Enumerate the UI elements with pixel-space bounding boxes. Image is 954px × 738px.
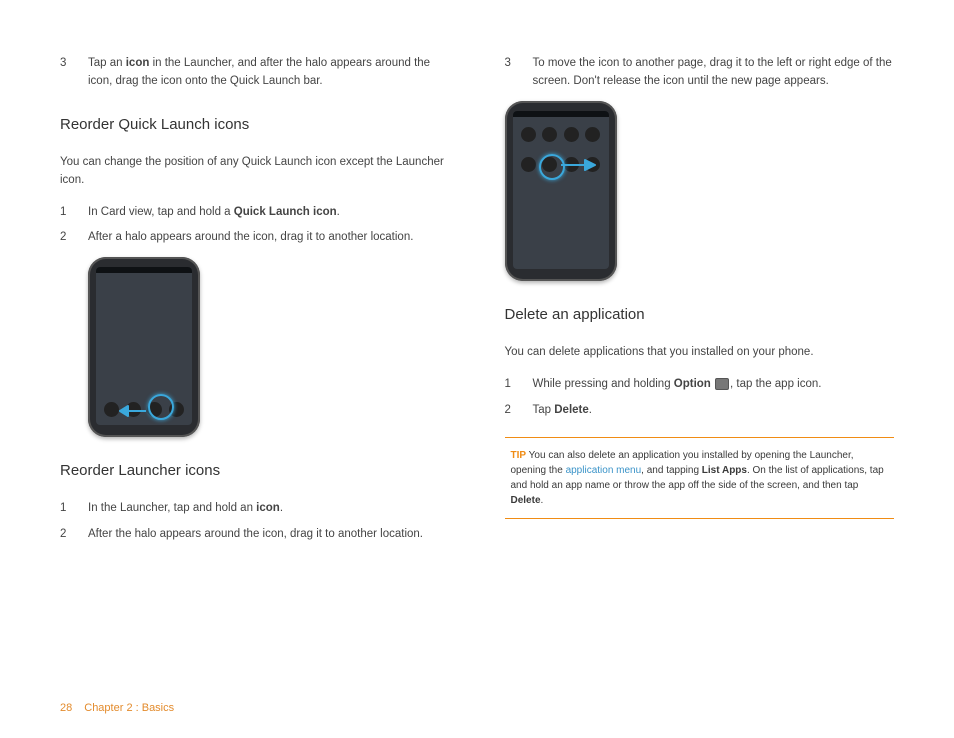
step-text: Tap Delete. (533, 402, 895, 420)
application-menu-link[interactable]: application menu (566, 465, 642, 476)
tip-label: TIP (511, 450, 527, 461)
app-icon-dot (564, 127, 579, 142)
right-column: 3 To move the icon to another page, drag… (505, 55, 895, 738)
step-text: Tap an icon in the Launcher, and after t… (88, 55, 450, 91)
delete-intro: You can delete applications that you ins… (505, 344, 895, 362)
status-bar (513, 111, 609, 117)
step-number: 3 (60, 55, 88, 91)
step-number: 1 (505, 376, 533, 394)
status-bar (96, 267, 192, 273)
rq-step-1: 1 In Card view, tap and hold a Quick Lau… (60, 204, 450, 222)
arrow-right-icon (561, 159, 597, 171)
page-number: 28 (60, 702, 72, 714)
step-text: While pressing and holding Option , tap … (533, 376, 895, 394)
halo-indicator (148, 394, 174, 420)
app-icon-dot (521, 127, 536, 142)
phone-body (88, 257, 200, 437)
step-text: In the Launcher, tap and hold an icon. (88, 500, 450, 518)
step-number: 2 (505, 402, 533, 420)
d-step-1: 1 While pressing and holding Option , ta… (505, 376, 895, 394)
step-number: 1 (60, 500, 88, 518)
phone-body (505, 101, 617, 281)
rq-step-2: 2 After a halo appears around the icon, … (60, 229, 450, 247)
rl-step-2: 2 After the halo appears around the icon… (60, 526, 450, 544)
step-number: 2 (60, 526, 88, 544)
page-footer: 28 Chapter 2 : Basics (60, 702, 174, 714)
app-icon-dot (521, 157, 536, 172)
heading-reorder-quick-launch: Reorder Quick Launch icons (60, 113, 450, 136)
d-step-2: 2 Tap Delete. (505, 402, 895, 420)
heading-reorder-launcher: Reorder Launcher icons (60, 459, 450, 482)
app-icon-dot (542, 127, 557, 142)
step-number: 1 (60, 204, 88, 222)
chapter-label: Chapter 2 : Basics (84, 702, 174, 714)
step-number: 2 (60, 229, 88, 247)
app-icon-dot (585, 127, 600, 142)
tip-box: TIP You can also delete an application y… (505, 437, 895, 519)
right-step-3: 3 To move the icon to another page, drag… (505, 55, 895, 91)
step-text: To move the icon to another page, drag i… (533, 55, 895, 91)
reorder-ql-intro: You can change the position of any Quick… (60, 154, 450, 190)
heading-delete-app: Delete an application (505, 303, 895, 326)
step-number: 3 (505, 55, 533, 91)
phone-screen (513, 111, 609, 269)
step-text: After the halo appears around the icon, … (88, 526, 450, 544)
left-step-3: 3 Tap an icon in the Launcher, and after… (60, 55, 450, 91)
left-column: 3 Tap an icon in the Launcher, and after… (60, 55, 450, 738)
phone-illustration-quick-launch (88, 257, 450, 437)
arrow-left-icon (118, 405, 146, 417)
step-text: After a halo appears around the icon, dr… (88, 229, 450, 247)
step-text: In Card view, tap and hold a Quick Launc… (88, 204, 450, 222)
launcher-row (513, 127, 609, 142)
option-key-icon (715, 378, 729, 390)
phone-illustration-launcher (505, 101, 895, 281)
phone-screen (96, 267, 192, 425)
rl-step-1: 1 In the Launcher, tap and hold an icon. (60, 500, 450, 518)
app-icon-dot (104, 402, 119, 417)
